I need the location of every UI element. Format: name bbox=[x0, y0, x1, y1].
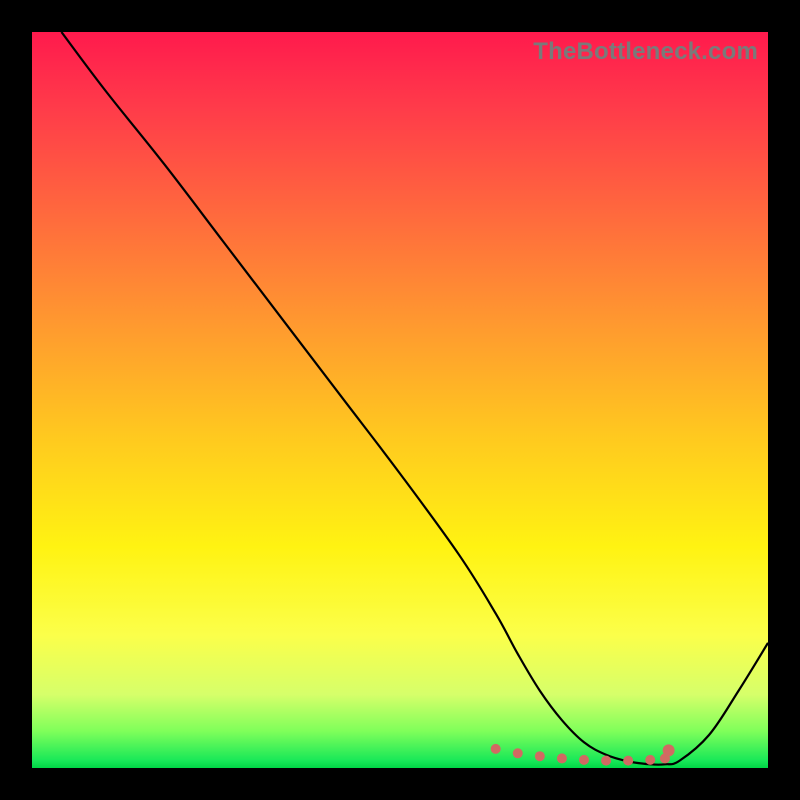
flat-region-dot bbox=[535, 751, 545, 761]
flat-region-dot bbox=[513, 748, 523, 758]
flat-region-dot bbox=[557, 753, 567, 763]
flat-region-dots bbox=[491, 744, 670, 766]
chart-stage: TheBottleneck.com bbox=[0, 0, 800, 800]
chart-svg bbox=[32, 32, 768, 768]
end-dot bbox=[663, 744, 675, 756]
flat-region-dot bbox=[623, 756, 633, 766]
flat-region-dot bbox=[601, 756, 611, 766]
plot-area: TheBottleneck.com bbox=[32, 32, 768, 768]
bottleneck-curve bbox=[61, 32, 768, 765]
flat-region-dot bbox=[645, 755, 655, 765]
flat-region-dot bbox=[491, 744, 501, 754]
flat-region-dot bbox=[579, 755, 589, 765]
